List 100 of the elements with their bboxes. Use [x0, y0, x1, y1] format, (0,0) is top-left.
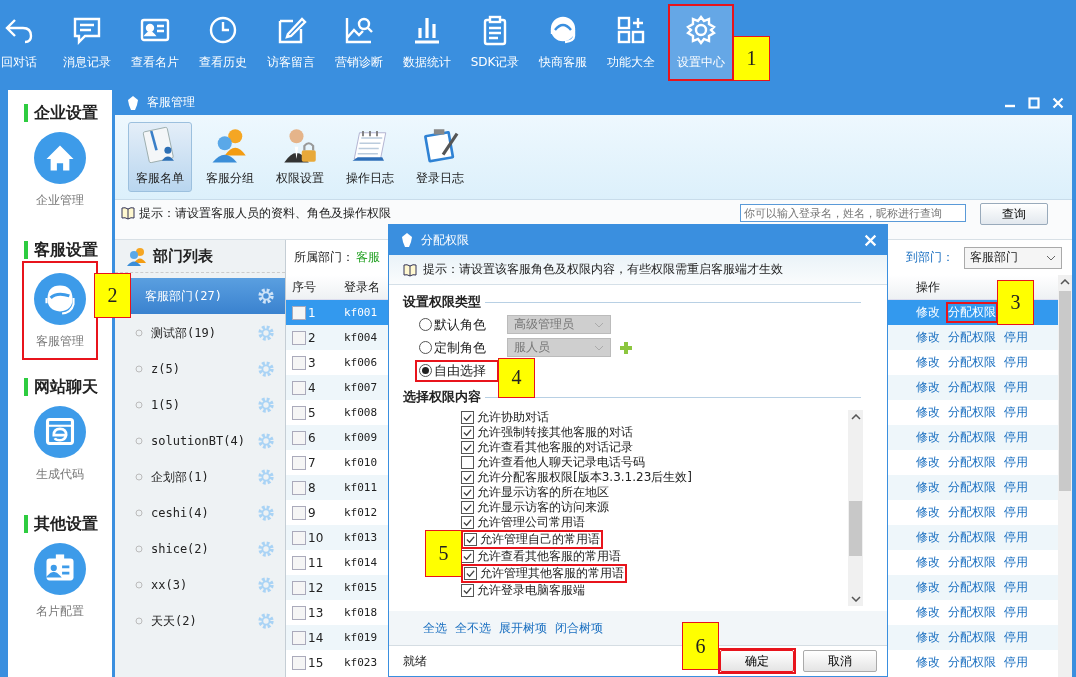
toolbar-button[interactable]: 消息记录	[53, 0, 121, 85]
checkbox[interactable]	[292, 480, 306, 495]
department-item[interactable]: 1(5)	[115, 387, 285, 423]
scrollbar[interactable]	[848, 410, 863, 606]
permission-checkbox[interactable]: 允许管理自己的常用语	[464, 532, 600, 547]
close-icon[interactable]	[1052, 96, 1064, 109]
action-link[interactable]: 分配权限	[948, 454, 996, 471]
toolbar-button[interactable]: 查看历史	[189, 0, 257, 85]
link[interactable]: 闭合树项	[555, 619, 603, 637]
gear-icon[interactable]	[257, 504, 275, 522]
link[interactable]: 展开树项	[499, 619, 547, 637]
department-item[interactable]: xx(3)	[115, 567, 285, 603]
action-link[interactable]: 分配权限	[948, 654, 996, 671]
action-link[interactable]: 修改	[916, 354, 940, 371]
action-link[interactable]: 修改	[916, 554, 940, 571]
checkbox[interactable]	[292, 505, 306, 520]
action-link[interactable]: 分配权限	[948, 554, 996, 571]
action-link[interactable]: 停用	[1004, 554, 1028, 571]
scrollbar-thumb[interactable]	[849, 500, 862, 556]
close-icon[interactable]	[864, 233, 877, 247]
checkbox[interactable]	[292, 605, 306, 620]
action-link[interactable]: 分配权限	[948, 404, 996, 421]
action-link[interactable]: 修改	[916, 604, 940, 621]
ribbon-tab[interactable]: 登录日志	[408, 122, 472, 192]
department-item[interactable]: solutionBT(4)	[115, 423, 285, 459]
scroll-up-icon[interactable]	[850, 414, 861, 420]
action-link[interactable]: 修改	[916, 329, 940, 346]
checkbox[interactable]	[292, 330, 306, 345]
action-link[interactable]: 停用	[1004, 404, 1028, 421]
checkbox[interactable]	[292, 305, 306, 320]
action-link[interactable]: 修改	[916, 479, 940, 496]
action-link[interactable]: 停用	[1004, 379, 1028, 396]
sidebar-item[interactable]: 客服管理	[30, 267, 90, 356]
department-dropdown[interactable]: 客服部门	[964, 246, 1062, 269]
action-link[interactable]: 修改	[916, 504, 940, 521]
gear-icon[interactable]	[257, 612, 275, 630]
action-link[interactable]: 分配权限	[948, 379, 996, 396]
action-link[interactable]: 分配权限	[948, 629, 996, 646]
sidebar-item[interactable]: 企业管理	[30, 126, 90, 215]
action-link[interactable]: 分配权限	[948, 529, 996, 546]
dialog-button[interactable]: 确定	[720, 650, 794, 672]
checkbox[interactable]	[292, 405, 306, 420]
action-link[interactable]: 分配权限	[948, 604, 996, 621]
gear-icon[interactable]	[257, 432, 275, 450]
ribbon-tab[interactable]: 客服分组	[198, 122, 262, 192]
search-field[interactable]: 你可以输入登录名，姓名，昵称进行查询	[740, 204, 966, 222]
action-link[interactable]: 分配权限	[948, 579, 996, 596]
checkbox[interactable]	[292, 455, 306, 470]
action-link[interactable]: 停用	[1004, 604, 1028, 621]
action-link[interactable]: 修改	[916, 429, 940, 446]
permission-checkbox[interactable]: 允许强制转接其他客服的对话	[461, 425, 633, 440]
search-button[interactable]: 查询	[980, 203, 1048, 225]
checkbox[interactable]	[292, 630, 306, 645]
action-link[interactable]: 停用	[1004, 529, 1028, 546]
action-link[interactable]: 停用	[1004, 504, 1028, 521]
department-item[interactable]: z(5)	[115, 351, 285, 387]
checkbox[interactable]	[292, 530, 306, 545]
gear-icon[interactable]	[257, 324, 275, 342]
toolbar-button[interactable]: 数据统计	[393, 0, 461, 85]
permission-checkbox[interactable]: 允许查看其他客服的对话记录	[461, 440, 633, 455]
permission-checkbox[interactable]: 允许管理公司常用语	[461, 515, 585, 530]
checkbox[interactable]	[292, 380, 306, 395]
toolbar-button[interactable]: 访客留言	[257, 0, 325, 85]
permission-checkbox[interactable]: 允许管理其他客服的常用语	[464, 566, 624, 581]
maximize-icon[interactable]	[1028, 96, 1040, 109]
checkbox[interactable]	[292, 580, 306, 595]
checkbox[interactable]	[292, 555, 306, 570]
checkbox[interactable]	[292, 430, 306, 445]
ribbon-tab[interactable]: 客服名单	[128, 122, 192, 192]
toolbar-button[interactable]: SDK记录	[461, 0, 529, 85]
gear-icon[interactable]	[257, 360, 275, 378]
department-item[interactable]: 企划部(1)	[115, 459, 285, 495]
action-link[interactable]: 停用	[1004, 429, 1028, 446]
permission-checkbox[interactable]: 允许显示访客的所在地区	[461, 485, 609, 500]
permission-checkbox[interactable]: 允许查看他人聊天记录电话号码	[461, 455, 645, 470]
permission-checkbox[interactable]: 允许显示访客的访问来源	[461, 500, 609, 515]
link[interactable]: 全选	[423, 619, 447, 637]
permission-checkbox[interactable]: 允许分配客服权限[版本3.3.1.23后生效]	[461, 470, 692, 485]
gear-icon[interactable]	[257, 396, 275, 414]
action-link[interactable]: 修改	[916, 454, 940, 471]
scroll-down-icon[interactable]	[850, 596, 861, 602]
scroll-up-icon[interactable]	[1060, 279, 1070, 285]
department-item[interactable]: shice(2)	[115, 531, 285, 567]
action-link[interactable]: 分配权限	[948, 304, 996, 321]
action-link[interactable]: 分配权限	[948, 429, 996, 446]
action-link[interactable]: 停用	[1004, 654, 1028, 671]
department-item[interactable]: ceshi(4)	[115, 495, 285, 531]
action-link[interactable]: 停用	[1004, 329, 1028, 346]
dialog-button[interactable]: 取消	[803, 650, 877, 672]
action-link[interactable]: 修改	[916, 304, 940, 321]
gear-icon[interactable]	[257, 287, 275, 305]
action-link[interactable]: 停用	[1004, 629, 1028, 646]
department-item[interactable]: 天天(2)	[115, 603, 285, 639]
action-link[interactable]: 修改	[916, 404, 940, 421]
action-link[interactable]: 停用	[1004, 479, 1028, 496]
action-link[interactable]: 修改	[916, 529, 940, 546]
toolbar-button[interactable]: 回对话	[0, 0, 53, 85]
toolbar-button[interactable]: 功能大全	[597, 0, 665, 85]
toolbar-button[interactable]: 营销诊断	[325, 0, 393, 85]
action-link[interactable]: 分配权限	[948, 354, 996, 371]
